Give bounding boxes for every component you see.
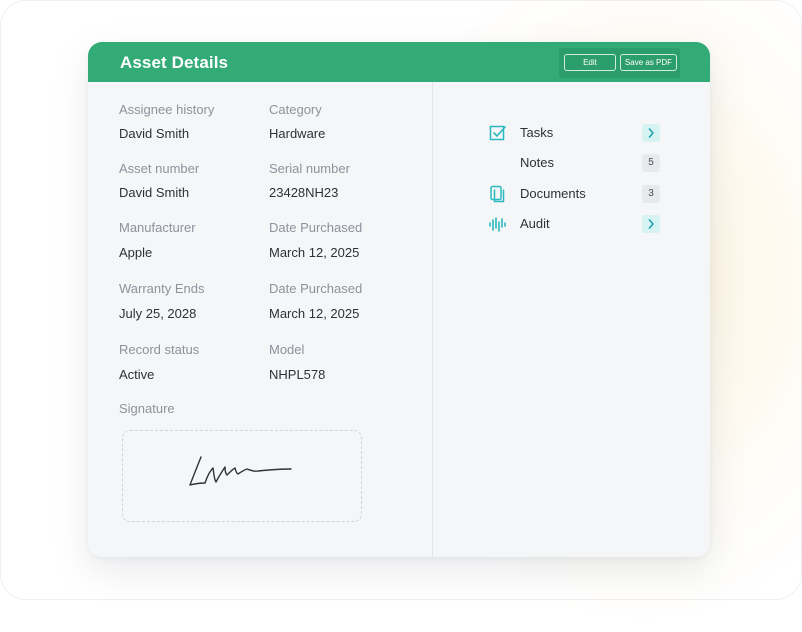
- category-value: Hardware: [269, 126, 326, 141]
- save-as-pdf-button[interactable]: Save as PDF: [620, 54, 677, 71]
- tasks-chevron-button[interactable]: [642, 124, 660, 142]
- warranty-ends-label: Warranty Ends: [119, 281, 205, 296]
- chevron-right-icon: [648, 128, 654, 138]
- card-header: Asset Details Edit Save as PDF: [88, 42, 710, 82]
- audit-wave-icon: [489, 217, 506, 232]
- model-label: Model: [269, 342, 305, 357]
- serial-number-label: Serial number: [269, 161, 350, 176]
- record-status-label: Record status: [119, 342, 200, 357]
- warranty-ends-value: July 25, 2028: [119, 306, 197, 321]
- asset-number-value: David Smith: [119, 185, 190, 200]
- asset-number-label: Asset number: [119, 161, 200, 176]
- category-label: Category: [269, 102, 322, 117]
- chevron-right-icon: [648, 219, 654, 229]
- signature-drawing: [189, 456, 292, 486]
- audit-chevron-button[interactable]: [642, 215, 660, 233]
- date-purchased-label: Date Purchased: [269, 220, 363, 235]
- model-value: NHPL578: [269, 367, 326, 382]
- date-purchased-label-2: Date Purchased: [269, 281, 363, 296]
- sidebar-item-label: Tasks: [520, 125, 554, 140]
- date-purchased-value-2: March 12, 2025: [269, 306, 360, 321]
- sidebar-item-label: Audit: [520, 216, 550, 231]
- signature-label: Signature: [119, 401, 175, 416]
- notes-count-badge: 5: [642, 154, 660, 172]
- date-purchased-value: March 12, 2025: [269, 245, 360, 260]
- assignee-history-label: Assignee history: [119, 102, 215, 117]
- sidebar-item-tasks[interactable]: Tasks: [488, 122, 668, 144]
- sidebar-item-label: Notes: [520, 155, 554, 170]
- header-actions: Edit Save as PDF: [559, 48, 680, 78]
- manufacturer-label: Manufacturer: [119, 220, 196, 235]
- sidebar-item-documents[interactable]: Documents 3: [488, 183, 668, 205]
- assignee-history-value: David Smith: [119, 126, 190, 141]
- checkbox-icon: [489, 125, 506, 141]
- documents-count-badge: 3: [642, 185, 660, 203]
- serial-number-value: 23428NH23: [269, 185, 339, 200]
- manufacturer-value: Apple: [119, 245, 153, 260]
- asset-details-card: Asset Details Edit Save as PDF Assignee …: [88, 42, 710, 557]
- sidebar-item-label: Documents: [520, 186, 586, 201]
- edit-button[interactable]: Edit: [564, 54, 616, 71]
- record-status-value: Active: [119, 367, 155, 382]
- page-title: Asset Details: [120, 53, 229, 72]
- sidebar-item-notes[interactable]: Notes 5: [488, 152, 668, 174]
- column-divider: [432, 82, 433, 557]
- sidebar-item-audit[interactable]: Audit: [488, 213, 668, 235]
- documents-icon: [490, 185, 505, 203]
- signature-box[interactable]: [122, 430, 362, 522]
